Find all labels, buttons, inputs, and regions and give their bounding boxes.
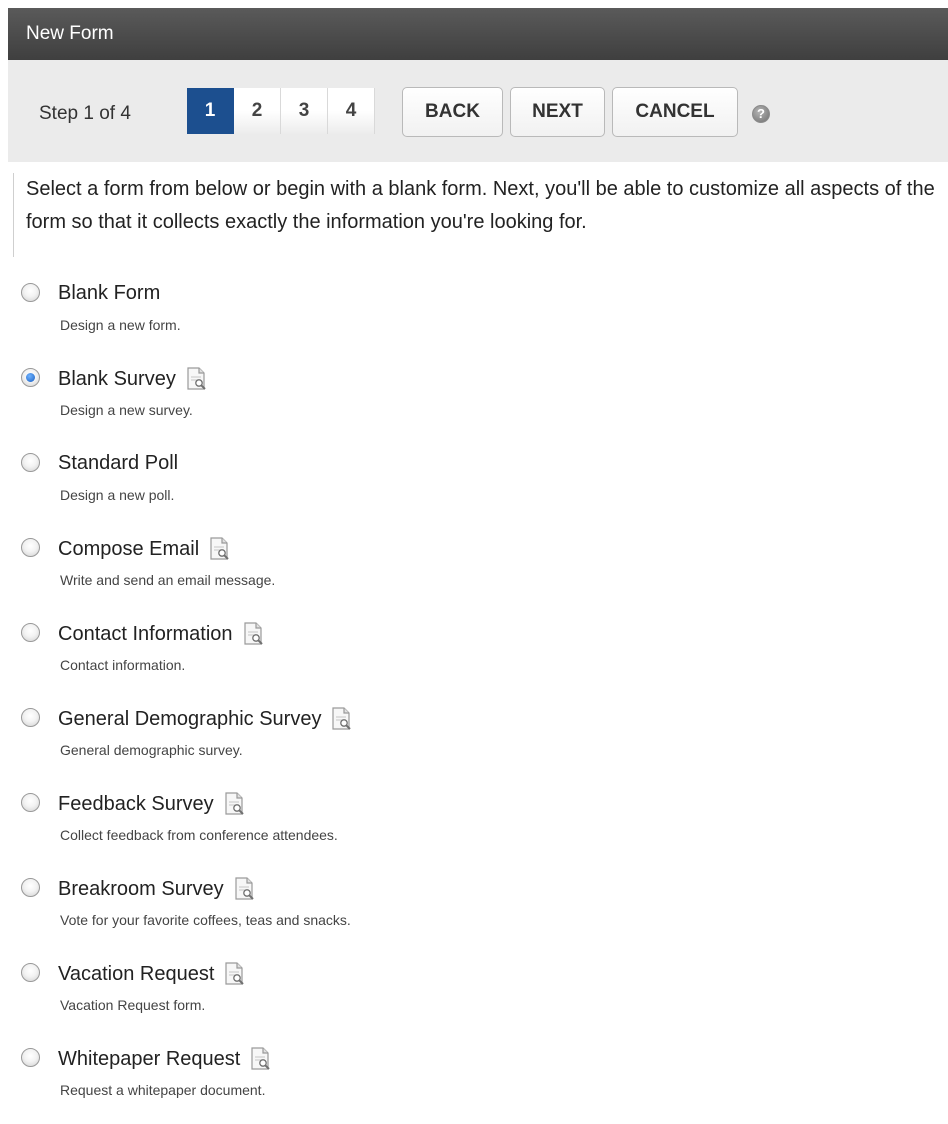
template-title: Contact Information bbox=[58, 622, 233, 645]
template-radio[interactable] bbox=[21, 623, 40, 642]
template-title: Feedback Survey bbox=[58, 792, 214, 815]
template-description: Vote for your favorite coffees, teas and… bbox=[60, 912, 351, 928]
step-tabs: 1 2 3 4 bbox=[187, 88, 375, 134]
template-radio[interactable] bbox=[21, 793, 40, 812]
wizard-toolbar: Step 1 of 4 1 2 3 4 BACK NEXT CANCEL ? bbox=[8, 60, 948, 162]
intro-text: Select a form from below or begin with a… bbox=[13, 173, 948, 257]
template-description: Design a new poll. bbox=[60, 487, 175, 503]
template-description: Request a whitepaper document. bbox=[60, 1082, 266, 1098]
template-description: Vacation Request form. bbox=[60, 997, 206, 1013]
template-description: Design a new survey. bbox=[60, 402, 193, 418]
form-template-list: Blank Form Design a new form. Blank Surv… bbox=[0, 274, 948, 1124]
list-item: Feedback Survey Collect feedback from co… bbox=[0, 784, 948, 869]
template-description: Contact information. bbox=[60, 657, 186, 673]
template-title: Compose Email bbox=[58, 537, 200, 560]
document-preview-icon[interactable] bbox=[243, 622, 265, 646]
document-preview-icon[interactable] bbox=[186, 367, 208, 391]
help-icon[interactable]: ? bbox=[752, 105, 770, 123]
template-radio[interactable] bbox=[21, 283, 40, 302]
step-tab-2[interactable]: 2 bbox=[234, 88, 281, 134]
step-tab-4[interactable]: 4 bbox=[328, 88, 375, 134]
step-tab-1[interactable]: 1 bbox=[187, 88, 234, 134]
template-radio[interactable] bbox=[21, 368, 40, 387]
document-preview-icon[interactable] bbox=[209, 537, 231, 561]
document-preview-icon[interactable] bbox=[224, 962, 246, 986]
list-item: Blank Survey Design a new survey. bbox=[0, 359, 948, 444]
template-radio[interactable] bbox=[21, 538, 40, 557]
list-item: General Demographic Survey General demog… bbox=[0, 699, 948, 784]
list-item: Breakroom Survey Vote for your favorite … bbox=[0, 869, 948, 954]
template-radio[interactable] bbox=[21, 708, 40, 727]
template-title: Blank Form bbox=[58, 282, 161, 304]
template-radio[interactable] bbox=[21, 878, 40, 897]
template-description: Write and send an email message. bbox=[60, 572, 276, 588]
document-preview-icon[interactable] bbox=[234, 877, 256, 901]
list-item: Standard Poll Design a new poll. bbox=[0, 444, 948, 529]
template-description: Collect feedback from conference attende… bbox=[60, 827, 338, 843]
list-item: Whitepaper Request Request a whitepaper … bbox=[0, 1039, 948, 1124]
step-tab-3[interactable]: 3 bbox=[281, 88, 328, 134]
template-radio[interactable] bbox=[21, 1048, 40, 1067]
document-preview-icon[interactable] bbox=[224, 792, 246, 816]
list-item: Compose Email Write and send an email me… bbox=[0, 529, 948, 614]
document-preview-icon[interactable] bbox=[250, 1047, 272, 1071]
template-title: Breakroom Survey bbox=[58, 877, 224, 900]
template-radio[interactable] bbox=[21, 963, 40, 982]
back-button[interactable]: BACK bbox=[402, 87, 503, 137]
template-title: Standard Poll bbox=[58, 452, 179, 474]
template-title: Blank Survey bbox=[58, 367, 176, 390]
list-item: Contact Information Contact information. bbox=[0, 614, 948, 699]
template-title: Whitepaper Request bbox=[58, 1047, 241, 1070]
template-description: General demographic survey. bbox=[60, 742, 243, 758]
cancel-button[interactable]: CANCEL bbox=[612, 87, 738, 137]
list-item: Blank Form Design a new form. bbox=[0, 274, 948, 359]
step-indicator: Step 1 of 4 bbox=[39, 103, 131, 124]
window-title: New Form bbox=[8, 8, 948, 60]
list-item: Vacation Request Vacation Request form. bbox=[0, 954, 948, 1039]
next-button[interactable]: NEXT bbox=[510, 87, 605, 137]
document-preview-icon[interactable] bbox=[331, 707, 353, 731]
template-title: Vacation Request bbox=[58, 962, 215, 985]
template-radio[interactable] bbox=[21, 453, 40, 472]
template-title: General Demographic Survey bbox=[58, 707, 322, 730]
template-description: Design a new form. bbox=[60, 317, 181, 333]
